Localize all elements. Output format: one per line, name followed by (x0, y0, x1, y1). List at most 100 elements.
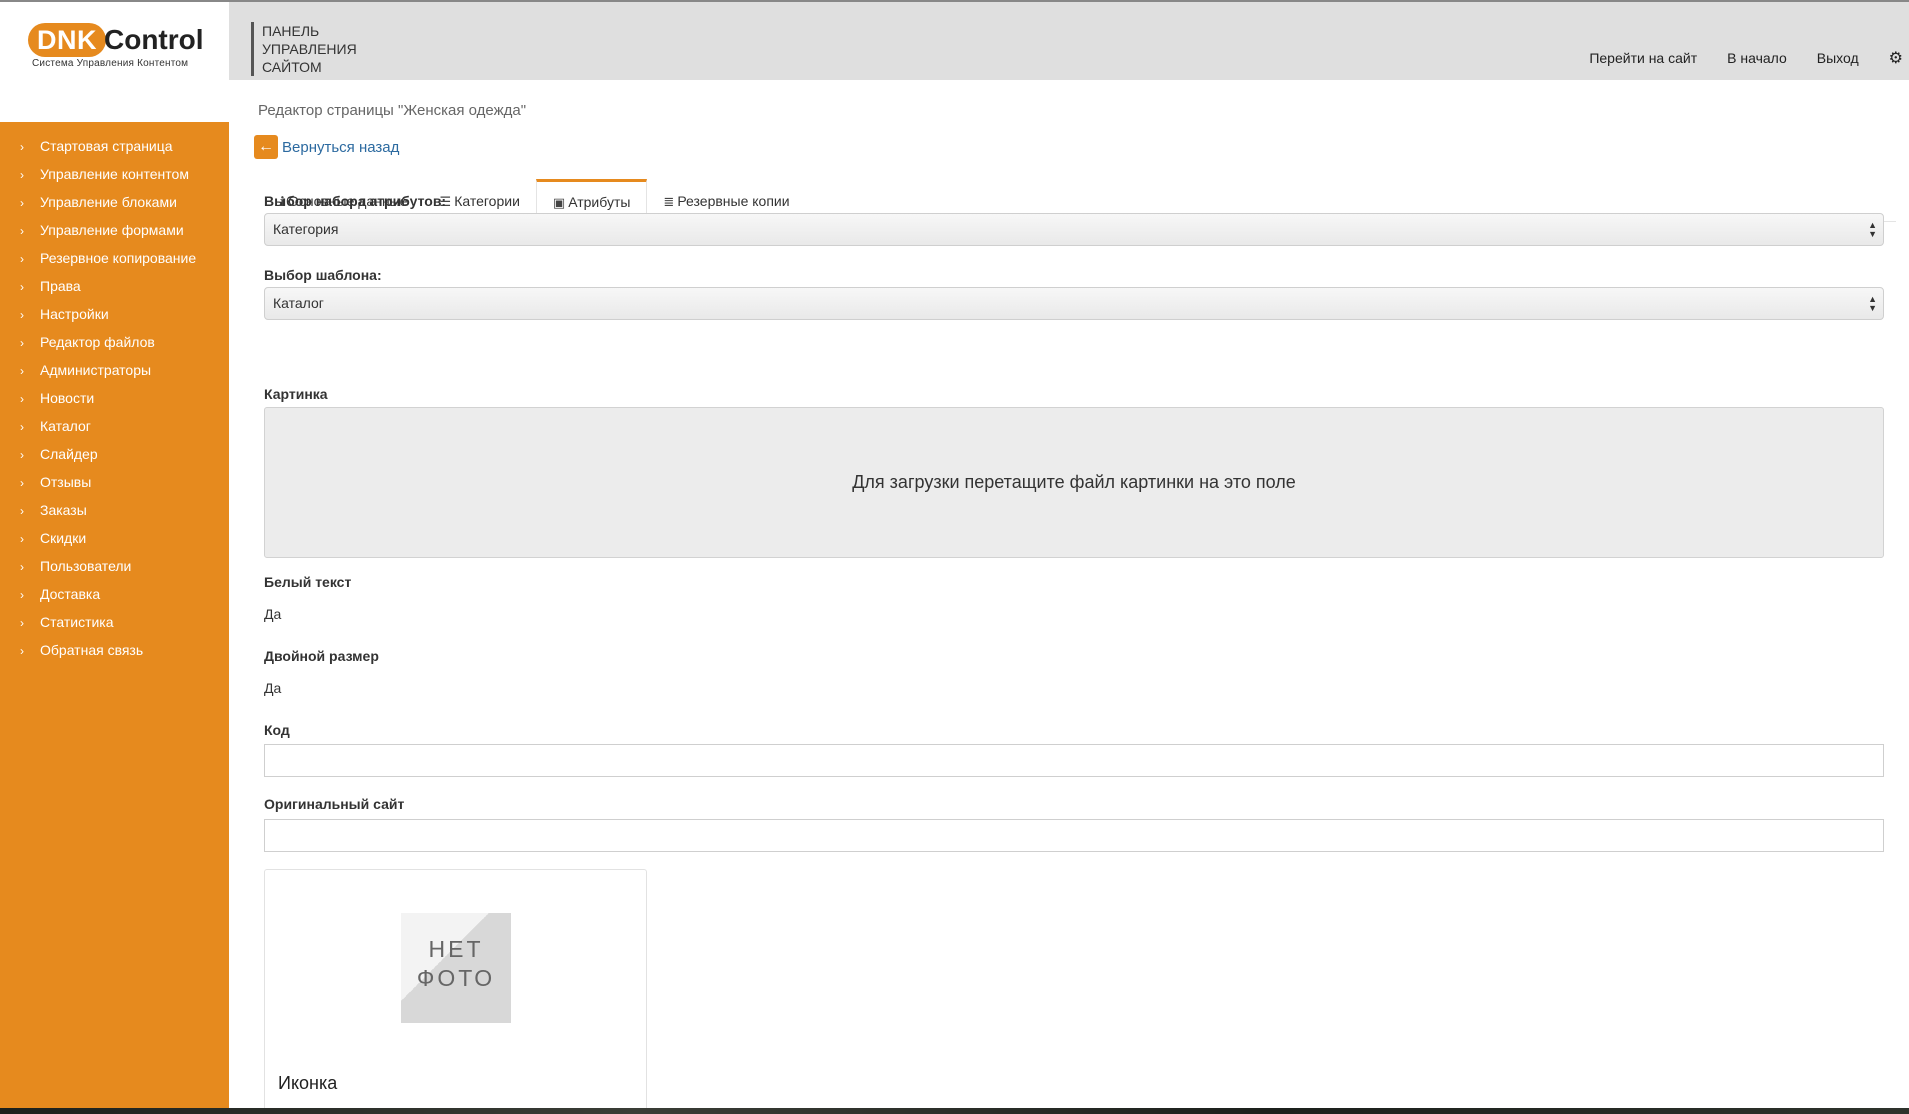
picture-icon: ▣ (552, 195, 566, 210)
select-arrows-icon: ▲ ▼ (1868, 294, 1877, 313)
sidebar-item-discounts[interactable]: › Скидки (0, 524, 229, 552)
arrow-left-icon: ← (254, 135, 278, 159)
brand-line: ПАНЕЛЬ (262, 23, 320, 39)
back-link-label: Вернуться назад (282, 138, 400, 156)
dropzone-text: Для загрузки перетащите файл картинки на… (852, 472, 1296, 492)
white-text-label: Белый текст (264, 574, 352, 590)
brand-line: УПРАВЛЕНИЯ (262, 41, 357, 57)
sidebar-item-backup[interactable]: › Резервное копирование (0, 244, 229, 272)
sidebar-item-feedback[interactable]: › Обратная связь (0, 636, 229, 664)
attr-set-select[interactable]: Категория ▲ ▼ (264, 213, 1884, 246)
chevron-right-icon: › (20, 616, 24, 630)
tab-label: Категории (454, 193, 520, 209)
sidebar-item-news[interactable]: › Новости (0, 384, 229, 412)
sidebar-menu: › Стартовая страница › Управление контенто… (0, 132, 229, 664)
chevron-right-icon: › (20, 504, 24, 518)
chevron-right-icon: › (20, 252, 24, 266)
sidebar-item-settings[interactable]: › Настройки (0, 300, 229, 328)
template-label: Выбор шаблона: (264, 267, 382, 283)
no-photo-text: НЕТ (428, 936, 484, 962)
template-select[interactable]: Каталог ▲ ▼ (264, 287, 1884, 320)
sidebar-item-label: Скидки (40, 530, 87, 546)
chevron-right-icon: › (20, 532, 24, 546)
sidebar-item-reviews[interactable]: › Отзывы (0, 468, 229, 496)
logo-area: DNK Control Система Управления Контентом (0, 2, 229, 122)
sidebar-item-start[interactable]: › Стартовая страница (0, 132, 229, 160)
sidebar: DNK Control Система Управления Контентом… (0, 2, 229, 1108)
go-to-site-link[interactable]: Перейти на сайт (1589, 50, 1697, 66)
image-label: Картинка (264, 386, 328, 402)
no-photo-placeholder[interactable]: НЕТ ФОТО (401, 913, 511, 1023)
double-size-label: Двойной размер (264, 648, 379, 664)
chevron-right-icon: › (20, 308, 24, 322)
logo[interactable]: DNK Control Система Управления Контентом (28, 22, 204, 69)
chevron-right-icon: › (20, 476, 24, 490)
sidebar-item-admins[interactable]: › Администраторы (0, 356, 229, 384)
attr-set-label: Выбор набора атрибутов: (264, 193, 447, 209)
sidebar-item-label: Редактор файлов (40, 334, 155, 350)
chevron-right-icon: › (20, 644, 24, 658)
panel-brand: ПАНЕЛЬ УПРАВЛЕНИЯ САЙТОМ (251, 22, 357, 76)
chevron-right-icon: › (20, 560, 24, 574)
sidebar-item-label: Пользователи (40, 558, 132, 574)
database-icon: ≣ (663, 194, 675, 209)
original-site-label: Оригинальный сайт (264, 796, 405, 812)
logout-link[interactable]: Выход (1817, 50, 1859, 66)
sidebar-item-slider[interactable]: › Слайдер (0, 440, 229, 468)
top-header: ПАНЕЛЬ УПРАВЛЕНИЯ САЙТОМ Перейти на сайт… (229, 2, 1909, 80)
sidebar-item-label: Новости (40, 390, 95, 406)
sidebar-item-label: Стартовая страница (40, 138, 173, 154)
sidebar-item-label: Отзывы (40, 474, 92, 490)
sidebar-item-rights[interactable]: › Права (0, 272, 229, 300)
sidebar-item-label: Обратная связь (40, 642, 144, 658)
chevron-right-icon: › (20, 168, 24, 182)
main-content: Редактор страницы "Женская одежда" ← Вер… (229, 80, 1909, 1108)
sidebar-item-catalog[interactable]: › Каталог (0, 412, 229, 440)
code-label: Код (264, 722, 290, 738)
chevron-right-icon: › (20, 336, 24, 350)
original-site-input[interactable] (264, 819, 1884, 852)
sidebar-item-forms[interactable]: › Управление формами (0, 216, 229, 244)
back-button[interactable]: ← Вернуться назад (254, 135, 399, 159)
sidebar-item-delivery[interactable]: › Доставка (0, 580, 229, 608)
sidebar-item-label: Управление блоками (40, 194, 177, 210)
chevron-right-icon: › (20, 140, 24, 154)
sidebar-item-content[interactable]: › Управление контентом (0, 160, 229, 188)
sidebar-item-label: Заказы (40, 502, 87, 518)
sidebar-item-label: Настройки (40, 306, 109, 322)
logo-control: Control (104, 24, 204, 55)
chevron-right-icon: › (20, 280, 24, 294)
sidebar-item-orders[interactable]: › Заказы (0, 496, 229, 524)
sidebar-item-label: Каталог (40, 418, 91, 434)
template-value: Каталог (273, 295, 324, 311)
sidebar-item-label: Управление формами (40, 222, 184, 238)
chevron-right-icon: › (20, 196, 24, 210)
sidebar-item-label: Управление контентом (40, 166, 189, 182)
sidebar-item-users[interactable]: › Пользователи (0, 552, 229, 580)
sidebar-item-file-editor[interactable]: › Редактор файлов (0, 328, 229, 356)
sidebar-item-label: Резервное копирование (40, 250, 197, 266)
home-link[interactable]: В начало (1727, 50, 1787, 66)
chevron-right-icon: › (20, 224, 24, 238)
desktop-background (0, 1108, 1909, 1114)
image-dropzone[interactable]: Для загрузки перетащите файл картинки на… (264, 407, 1884, 558)
chevron-right-icon: › (20, 448, 24, 462)
tab-label: Резервные копии (677, 193, 790, 209)
sidebar-item-label: Слайдер (40, 446, 98, 462)
icon-upload-card: НЕТ ФОТО Иконка (264, 869, 647, 1108)
double-size-value: Да (264, 680, 282, 696)
logo-subtitle: Система Управления Контентом (32, 58, 189, 69)
chevron-right-icon: › (20, 364, 24, 378)
tab-label: Атрибуты (568, 194, 631, 210)
white-text-value: Да (264, 606, 282, 622)
sidebar-item-statistics[interactable]: › Статистика (0, 608, 229, 636)
sidebar-item-label: Права (40, 278, 81, 294)
chevron-right-icon: › (20, 392, 24, 406)
top-nav: Перейти на сайт В начало Выход ⚙ (1589, 48, 1909, 68)
logo-dnk: DNK (28, 23, 106, 57)
code-input[interactable] (264, 744, 1884, 777)
app-window: DNK Control Система Управления Контентом… (0, 0, 1909, 1108)
gears-icon[interactable]: ⚙ (1889, 48, 1903, 68)
select-arrows-icon: ▲ ▼ (1868, 220, 1877, 239)
sidebar-item-blocks[interactable]: › Управление блоками (0, 188, 229, 216)
